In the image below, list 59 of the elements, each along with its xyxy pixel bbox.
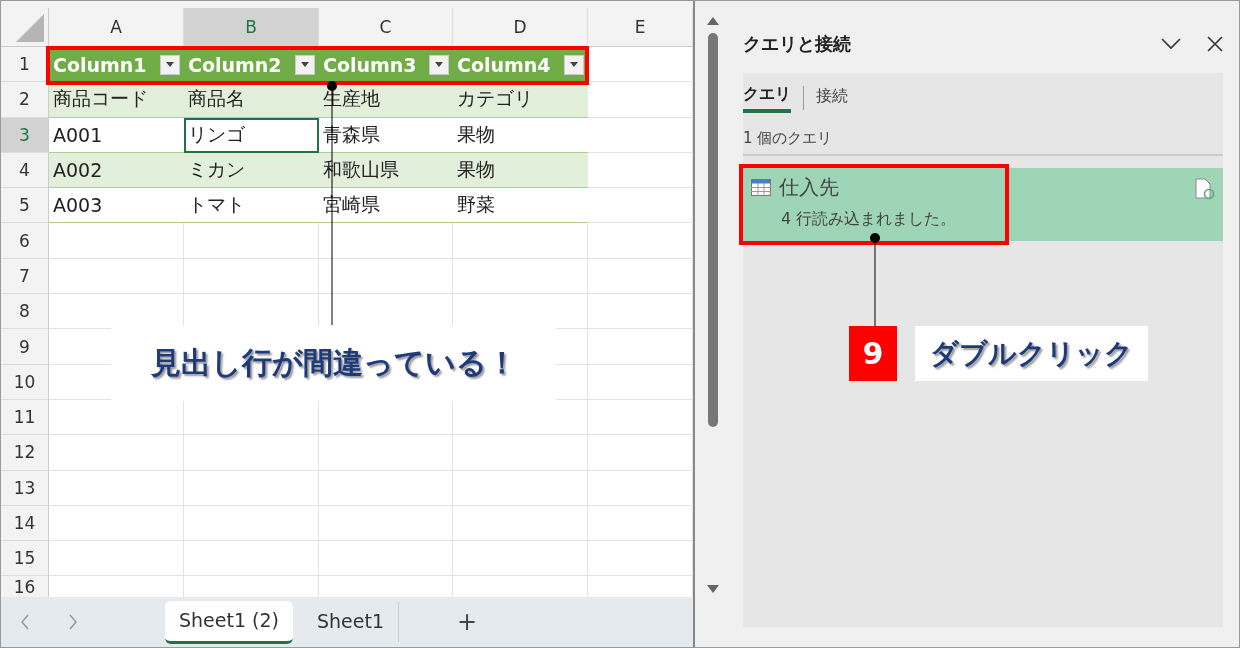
filter-dropdown-button[interactable] <box>429 54 449 75</box>
table-cell: トマト <box>184 188 319 224</box>
pane-tab[interactable]: 接続 <box>816 85 848 111</box>
table-cell: リンゴ <box>184 117 319 153</box>
caret-icon <box>166 62 174 68</box>
row-header[interactable]: 9 <box>1 329 49 365</box>
row-header[interactable]: 8 <box>1 294 49 330</box>
row-header[interactable]: 10 <box>1 364 49 400</box>
step-label: ダブルクリック <box>915 326 1148 381</box>
sheet-tab[interactable]: Sheet1 <box>303 602 399 642</box>
add-sheet-button[interactable]: + <box>457 608 478 636</box>
close-icon[interactable] <box>1207 36 1223 52</box>
row-header[interactable]: 13 <box>1 470 49 506</box>
column-header[interactable]: D <box>453 8 588 47</box>
table-cell: A003 <box>49 188 184 224</box>
table-cell: 果物 <box>453 117 588 153</box>
scroll-up-icon[interactable] <box>707 17 719 25</box>
query-name: 仕入先 <box>779 174 839 201</box>
column-header[interactable]: E <box>588 8 693 47</box>
row-header[interactable]: 5 <box>1 188 49 224</box>
filter-dropdown-button[interactable] <box>160 54 180 75</box>
table-cell: 野菜 <box>453 188 588 224</box>
pane-title: クエリと接続 <box>743 32 851 56</box>
sheet-tab[interactable]: Sheet1 (2) <box>165 600 293 644</box>
table-cell: ミカン <box>184 152 319 189</box>
row-header[interactable]: 7 <box>1 258 49 295</box>
row-header[interactable]: 16 <box>1 576 49 597</box>
caret-icon <box>301 62 309 68</box>
query-status: 4 行読み込まれました。 <box>781 209 957 230</box>
scroll-down-icon[interactable] <box>707 585 719 593</box>
caret-icon <box>570 62 578 68</box>
column-header[interactable]: A <box>49 8 184 47</box>
scrollbar-thumb[interactable] <box>708 33 718 427</box>
table-cell: A002 <box>49 152 184 189</box>
column-header[interactable]: B <box>184 8 319 47</box>
filter-dropdown-button[interactable] <box>295 54 315 75</box>
pane-tab[interactable]: クエリ <box>743 83 791 113</box>
callout-text: 見出し行が間違っている！ <box>111 326 556 401</box>
row-header[interactable]: 6 <box>1 223 49 259</box>
row-header[interactable]: 2 <box>1 82 49 118</box>
row-header[interactable]: 11 <box>1 399 49 436</box>
step-number-badge: 9 <box>849 326 897 381</box>
table-cell: 果物 <box>453 152 588 189</box>
row-header[interactable]: 4 <box>1 152 49 189</box>
filter-dropdown-button[interactable] <box>564 54 584 75</box>
row-header[interactable]: 3 <box>1 117 49 153</box>
chevron-left-icon <box>20 614 30 630</box>
table-icon <box>751 179 771 196</box>
row-header[interactable]: 1 <box>1 47 49 83</box>
row-header[interactable]: 12 <box>1 435 49 471</box>
chevron-right-icon <box>68 614 78 630</box>
query-count: 1 個のクエリ <box>743 123 1223 156</box>
document-refresh-icon[interactable] <box>1195 178 1215 200</box>
table-cell: A001 <box>49 117 184 153</box>
column-header[interactable]: C <box>319 8 453 47</box>
caret-icon <box>435 62 443 68</box>
chevron-down-icon[interactable] <box>1161 38 1181 50</box>
row-header[interactable]: 15 <box>1 541 49 577</box>
row-header[interactable]: 14 <box>1 505 49 542</box>
